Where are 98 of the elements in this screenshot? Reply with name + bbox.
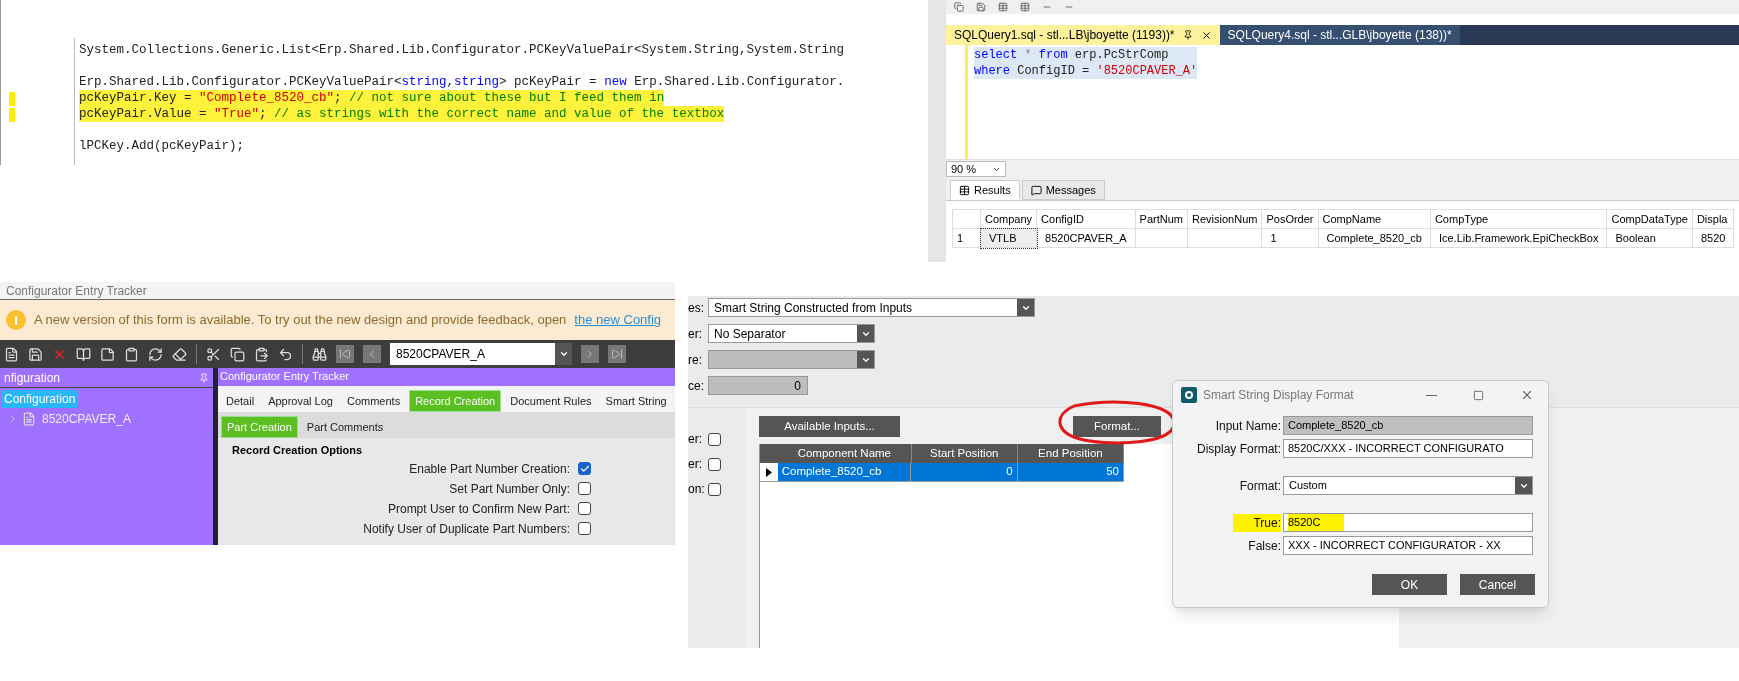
field-label: Display Format: <box>1195 440 1281 458</box>
close-icon <box>1200 29 1212 41</box>
skip-forward-icon <box>611 348 623 360</box>
config-id-dropdown[interactable]: 8520CPAVER_A <box>390 343 572 365</box>
row-pointer-icon <box>765 467 772 477</box>
checkbox[interactable] <box>578 502 591 515</box>
checkbox[interactable] <box>578 482 591 495</box>
column-header[interactable]: CompType <box>1430 209 1607 229</box>
checkbox[interactable] <box>708 482 721 496</box>
option-label: Notify User of Duplicate Part Numbers: <box>363 520 570 538</box>
form-tab[interactable]: Document Rules <box>505 390 597 412</box>
option-label: Enable Part Number Creation: <box>409 460 570 478</box>
column-header[interactable]: CompName <box>1318 209 1431 229</box>
format-dropdown[interactable]: Custom <box>1283 476 1533 495</box>
toolbar-icon <box>172 346 187 362</box>
text-field[interactable]: Complete_8520_cb <box>1283 416 1533 435</box>
dropdown-field[interactable]: No Separator <box>708 324 875 343</box>
action-button[interactable]: Format... <box>1073 416 1161 437</box>
close-icon[interactable] <box>1520 388 1534 402</box>
pin-icon <box>199 372 209 383</box>
maximize-icon[interactable] <box>1473 389 1484 401</box>
app-logo-icon <box>1181 387 1197 403</box>
pin-icon <box>1182 30 1193 40</box>
table-cell: 0 <box>911 463 1018 481</box>
table-cell: 8520CPAVER_A <box>1045 231 1127 244</box>
code-line: lPCKey.Add(pcKeyPair); <box>79 122 245 154</box>
action-button[interactable]: Available Inputs... <box>759 416 900 437</box>
warning-icon <box>6 310 26 330</box>
panel-title: Configurator Entry Tracker <box>218 368 675 386</box>
toolbar-icon <box>254 346 269 362</box>
field-label: er: <box>688 431 700 448</box>
table-cell: 50 <box>1017 463 1124 481</box>
column-header[interactable]: RevisionNum <box>1187 209 1262 229</box>
form-tab[interactable]: Smart String <box>600 390 672 412</box>
minimize-icon[interactable] <box>1426 394 1437 396</box>
form-tab[interactable]: Comments <box>341 390 406 412</box>
notice-text: A new version of this form is available. To try out the new design and provide feedback, open <box>34 311 567 330</box>
column-header[interactable]: CompDataType <box>1607 209 1693 229</box>
results-tab[interactable]: Results <box>950 180 1020 200</box>
field-label: True: <box>1233 513 1281 532</box>
table-cell: VTLB <box>989 231 1017 244</box>
field-label: False: <box>1247 537 1281 555</box>
toolbar-icon <box>206 346 221 362</box>
skip-back-icon <box>339 348 351 360</box>
code-line: System.Collections.Generic.List<Erp.Shared.Lib.Configurator.PCKeyValuePair<System.String,System.String <box>79 42 845 58</box>
field-label: re: <box>688 351 700 369</box>
toolbar-icon <box>76 346 91 362</box>
panel-title: nfiguration <box>4 369 61 387</box>
checkbox[interactable] <box>578 522 591 535</box>
text-field[interactable]: XXX - INCORRECT CONFIGURATOR - XX <box>1283 536 1533 555</box>
grid-row[interactable]: Complete_8520_cb 0 50 <box>760 463 1124 482</box>
toolbar-icon <box>230 346 245 362</box>
window-title: Configurator Entry Tracker <box>0 282 675 300</box>
column-header[interactable]: PosOrder <box>1261 209 1318 229</box>
column-header[interactable]: PartNum <box>1135 209 1188 229</box>
document-tab[interactable]: SQLQuery1.sql - stl...LB\jboyette (1193))* <box>946 25 1220 45</box>
toolbar-icon <box>4 346 19 362</box>
column-header[interactable]: Displa <box>1692 209 1734 229</box>
dialog-button[interactable]: OK <box>1372 574 1447 595</box>
zoom-dropdown[interactable]: 90 % <box>946 161 1007 177</box>
table-cell: Ice.Lib.Framework.EpiCheckBox <box>1438 231 1599 244</box>
form-tab[interactable]: Detail <box>221 390 260 412</box>
toolbar-icon <box>124 346 139 362</box>
option-label: Set Part Number Only: <box>449 480 570 498</box>
search-icon <box>312 346 327 362</box>
table-cell: 1 <box>1270 231 1277 244</box>
document-icon <box>22 412 36 426</box>
sub-tab[interactable]: Part Comments <box>301 416 389 438</box>
results-tab[interactable]: Messages <box>1021 180 1105 200</box>
dialog-button[interactable]: Cancel <box>1460 574 1535 595</box>
field-label: er: <box>688 456 700 473</box>
field-label: er: <box>688 325 700 343</box>
checkbox[interactable] <box>578 462 591 475</box>
change-marker <box>9 108 15 122</box>
toolbar-icon <box>148 346 163 362</box>
field-label: Format: <box>1238 477 1281 495</box>
table-cell: Boolean <box>1615 231 1656 244</box>
checkbox[interactable] <box>708 432 721 446</box>
text-field[interactable]: 8520C <box>1283 513 1533 532</box>
change-marker <box>9 92 15 106</box>
form-tab[interactable]: Approval Log <box>263 390 338 412</box>
document-tab[interactable]: SQLQuery4.sql - stl...GLB\jboyette (138))* <box>1219 25 1460 45</box>
dropdown-field[interactable]: Smart String Constructed from Inputs <box>708 298 1035 317</box>
table-cell: Complete_8520_cb <box>777 463 912 481</box>
dialog-title: Smart String Display Format <box>1203 387 1355 404</box>
table-cell: 8520 <box>1700 231 1726 244</box>
field-label: Input Name: <box>1214 417 1281 435</box>
table-cell: Complete_8520_cb <box>1326 231 1422 244</box>
message-icon <box>1030 184 1042 196</box>
option-label: Prompt User to Confirm New Part: <box>387 500 570 518</box>
text-field[interactable]: 8520C/XXX - INCORRECT CONFIGURATO <box>1283 439 1533 458</box>
toolbar-icon <box>28 346 43 362</box>
checkbox[interactable] <box>708 457 721 471</box>
toolbar-icon <box>100 346 115 362</box>
group-title: Record Creation Options <box>232 443 364 458</box>
grid-icon <box>959 184 970 196</box>
toolbar-icon <box>278 346 293 362</box>
column-header[interactable]: ConfigID <box>1036 209 1136 229</box>
